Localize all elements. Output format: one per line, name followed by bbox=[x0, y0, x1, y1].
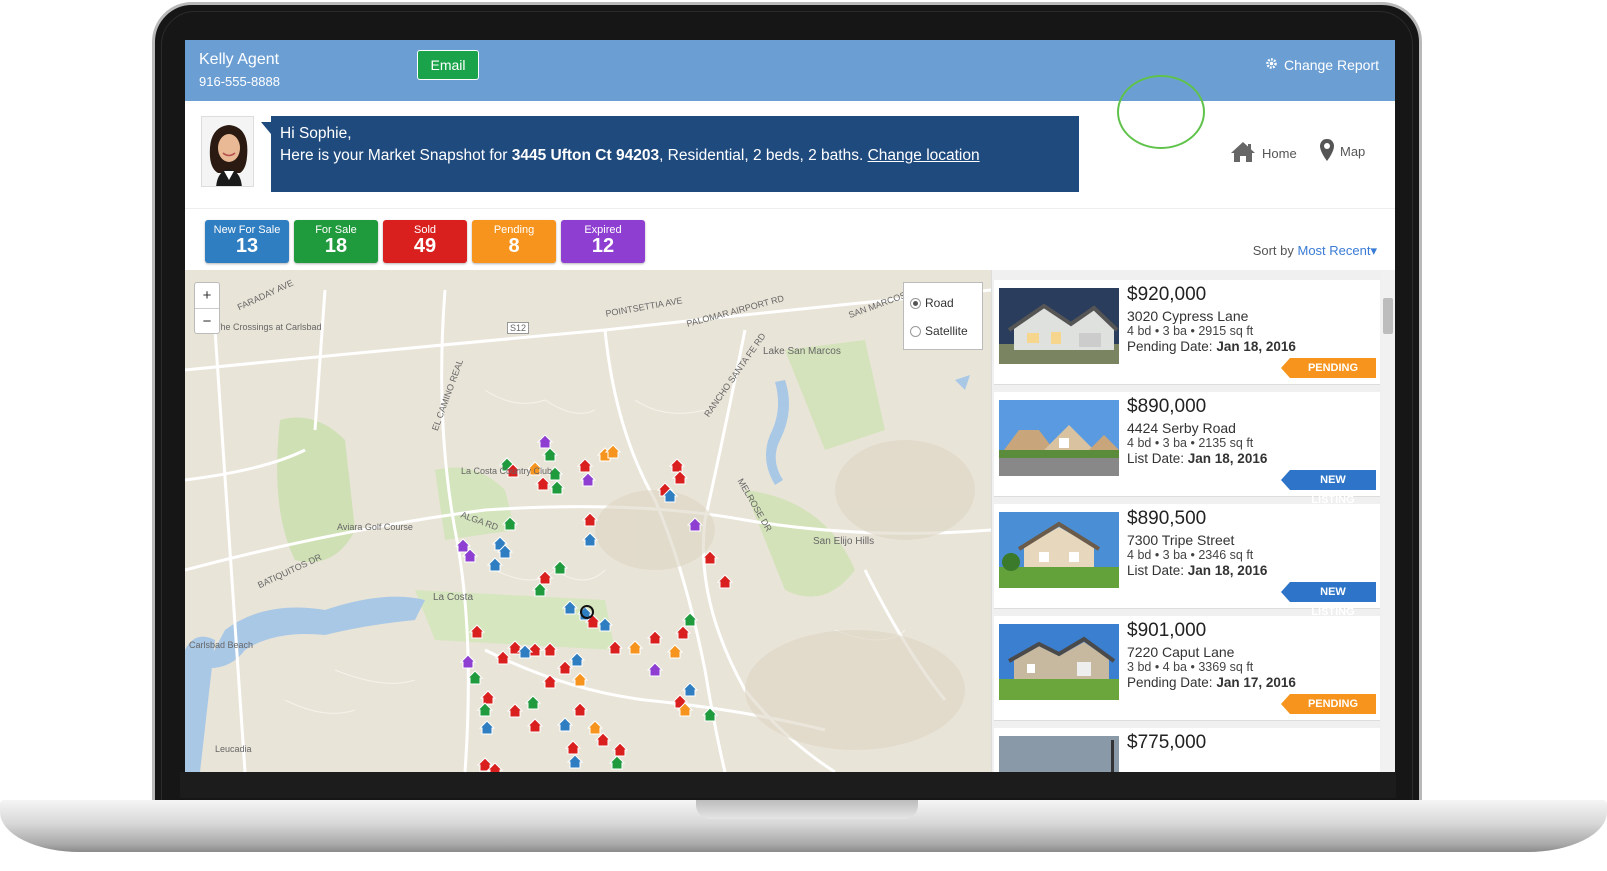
nav-map-label: Map bbox=[1340, 144, 1366, 159]
stat-sold[interactable]: Sold 49 bbox=[383, 220, 467, 263]
home-icon bbox=[1230, 141, 1256, 166]
sort-control: Sort by Most Recent▾ bbox=[1253, 243, 1377, 259]
map-label: San Elijo Hills bbox=[813, 536, 875, 547]
caret-down-icon: ▾ bbox=[1370, 243, 1377, 258]
map-highlight-circle bbox=[1117, 75, 1205, 149]
map-canvas bbox=[185, 270, 991, 772]
radio-checked-icon bbox=[910, 297, 921, 309]
listing-price: $890,000 bbox=[1127, 396, 1207, 417]
listing-date: Pending Date: Jan 17, 2016 bbox=[1127, 675, 1296, 690]
screen: Kelly Agent 916-555-8888 Email Change Re… bbox=[185, 40, 1395, 772]
stat-pending[interactable]: Pending 8 bbox=[472, 220, 556, 263]
greeting-address: 3445 Ufton Ct 94203 bbox=[511, 147, 660, 164]
stat-expired[interactable]: Expired 12 bbox=[561, 220, 645, 263]
listings-panel: $920,000 3020 Cypress Lane 4 bd • 3 ba •… bbox=[991, 270, 1395, 772]
listing-price: $775,000 bbox=[1127, 732, 1207, 753]
status-badge: NEW LISTING bbox=[1281, 470, 1376, 506]
house-photo bbox=[999, 736, 1119, 772]
listing-price: $920,000 bbox=[1127, 284, 1207, 305]
listing-date: List Date: Jan 18, 2016 bbox=[1127, 451, 1268, 466]
map-label: The Crossings at Carlsbad bbox=[215, 322, 322, 332]
map-pin-icon bbox=[1319, 138, 1335, 165]
stat-value: 8 bbox=[508, 235, 520, 257]
radio-unchecked-icon bbox=[910, 325, 921, 337]
listing-card[interactable]: $775,000 bbox=[994, 728, 1380, 772]
map-label: Leucadia bbox=[215, 744, 252, 754]
agent-name: Kelly Agent bbox=[199, 51, 280, 68]
change-location-link[interactable]: Change location bbox=[868, 147, 980, 164]
listing-date: List Date: Jan 18, 2016 bbox=[1127, 563, 1268, 578]
map-type-road[interactable]: Road bbox=[910, 289, 976, 317]
listing-date: Pending Date: Jan 18, 2016 bbox=[1127, 339, 1296, 354]
map-label: Lake San Marcos bbox=[763, 346, 841, 357]
listing-meta: 4 bd • 3 ba • 2135 sq ft bbox=[1127, 436, 1254, 450]
sort-dropdown[interactable]: Most Recent▾ bbox=[1297, 243, 1377, 258]
bottom-bezel bbox=[180, 772, 1396, 798]
nav-home[interactable]: Home bbox=[1230, 141, 1297, 166]
listing-meta: 4 bd • 3 ba • 2915 sq ft bbox=[1127, 324, 1254, 338]
house-photo bbox=[999, 288, 1119, 364]
email-button[interactable]: Email bbox=[417, 50, 479, 80]
house-photo bbox=[999, 624, 1119, 700]
zoom-control: + − bbox=[194, 282, 220, 334]
greeting-row: Hi Sophie, Here is your Market Snapshot … bbox=[185, 101, 1395, 209]
listing-card[interactable]: $920,000 3020 Cypress Lane 4 bd • 3 ba •… bbox=[994, 280, 1380, 385]
scrollbar-thumb[interactable] bbox=[1383, 298, 1393, 334]
map-label: La Costa Country Club bbox=[461, 466, 553, 476]
listings-scrollbar[interactable] bbox=[1381, 270, 1395, 772]
zoom-out-button[interactable]: − bbox=[195, 309, 219, 335]
map-label: Aviara Golf Course bbox=[337, 522, 413, 532]
listing-price: $901,000 bbox=[1127, 620, 1207, 641]
house-photo bbox=[999, 400, 1119, 476]
greeting-message: Hi Sophie, Here is your Market Snapshot … bbox=[261, 116, 1079, 192]
listing-address: 7300 Tripe Street bbox=[1127, 532, 1235, 548]
map-type-satellite-label: Satellite bbox=[925, 324, 968, 338]
house-photo bbox=[999, 512, 1119, 588]
map-type-control: Road Satellite bbox=[903, 282, 983, 350]
agent-avatar bbox=[201, 116, 254, 187]
listing-address: 4424 Serby Road bbox=[1127, 420, 1236, 436]
map-view[interactable]: FARADAY AVE POINTSETTIA AVE PALOMAR AIRP… bbox=[185, 270, 991, 772]
map-type-satellite[interactable]: Satellite bbox=[910, 317, 976, 345]
status-badge: PENDING bbox=[1281, 694, 1376, 714]
listing-meta: 4 bd • 3 ba • 2346 sq ft bbox=[1127, 548, 1254, 562]
nav-home-label: Home bbox=[1262, 146, 1297, 161]
stat-for-sale[interactable]: For Sale 18 bbox=[294, 220, 378, 263]
agent-phone: 916-555-8888 bbox=[199, 74, 280, 89]
listing-card[interactable]: $890,500 7300 Tripe Street 4 bd • 3 ba •… bbox=[994, 504, 1380, 618]
map-label: La Costa bbox=[433, 592, 474, 603]
sort-value: Most Recent bbox=[1297, 243, 1371, 258]
sort-prefix: Sort by bbox=[1252, 243, 1298, 258]
listing-meta: 3 bd • 4 ba • 3369 sq ft bbox=[1127, 660, 1254, 674]
content-area: FARADAY AVE POINTSETTIA AVE PALOMAR AIRP… bbox=[185, 270, 1395, 772]
top-bar: Kelly Agent 916-555-8888 Email Change Re… bbox=[185, 40, 1395, 101]
listing-price: $890,500 bbox=[1127, 508, 1207, 529]
stat-value: 18 bbox=[324, 235, 348, 257]
status-badge: PENDING bbox=[1281, 358, 1376, 378]
greeting-hi: Hi Sophie, bbox=[280, 125, 352, 142]
stat-value: 12 bbox=[591, 235, 615, 257]
listing-card[interactable]: $890,000 4424 Serby Road 4 bd • 3 ba • 2… bbox=[994, 392, 1380, 506]
map-label: S12 bbox=[507, 322, 530, 334]
nav-map[interactable]: Map bbox=[1319, 138, 1365, 165]
greeting-text: Here is your Market Snapshot for 3445 Uf… bbox=[280, 145, 1070, 167]
status-badge: NEW LISTING bbox=[1281, 582, 1376, 618]
change-report-label: Change Report bbox=[1284, 57, 1379, 73]
gear-icon bbox=[1265, 57, 1278, 73]
zoom-in-button[interactable]: + bbox=[195, 283, 219, 309]
change-report-link[interactable]: Change Report bbox=[1265, 57, 1379, 73]
stat-value: 49 bbox=[413, 235, 437, 257]
listing-card[interactable]: $901,000 7220 Caput Lane 3 bd • 4 ba • 3… bbox=[994, 616, 1380, 721]
stat-new-for-sale[interactable]: New For Sale 13 bbox=[205, 220, 289, 263]
stat-value: 13 bbox=[235, 235, 259, 257]
laptop-notch bbox=[696, 800, 918, 819]
map-label: Carlsbad Beach bbox=[189, 640, 254, 650]
listing-address: 3020 Cypress Lane bbox=[1127, 308, 1249, 324]
listing-address: 7220 Caput Lane bbox=[1127, 644, 1235, 660]
greeting-lead: Here is your Market Snapshot for bbox=[280, 147, 512, 164]
greeting-details: , Residential, 2 beds, 2 baths. bbox=[659, 147, 868, 164]
map-type-road-label: Road bbox=[925, 296, 954, 310]
